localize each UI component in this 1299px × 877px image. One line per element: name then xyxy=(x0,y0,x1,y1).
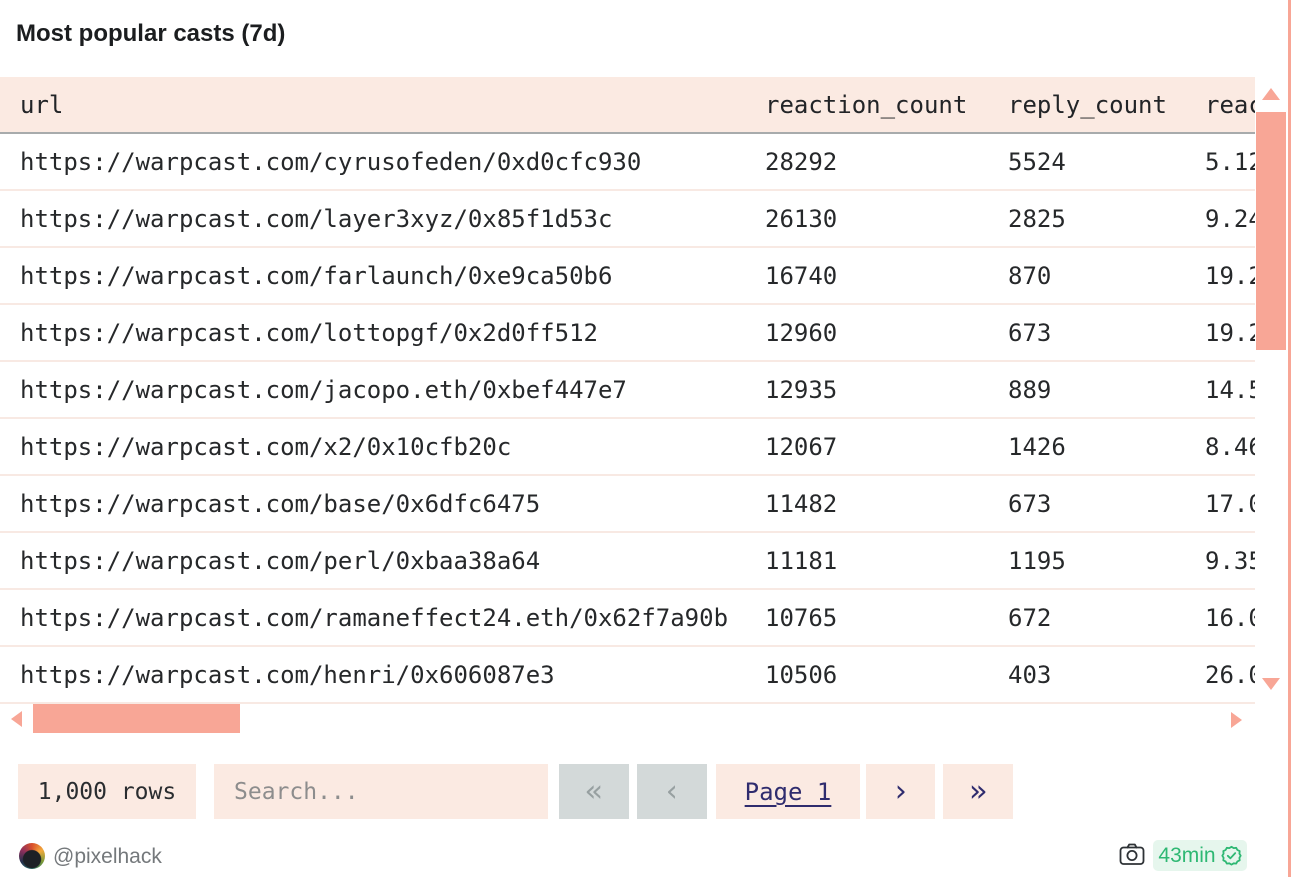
widget-title: Most popular casts (7d) xyxy=(16,20,285,48)
cell-reaction-count: 12935 xyxy=(765,376,837,404)
cell-url: https://warpcast.com/x2/0x10cfb20c xyxy=(20,433,511,461)
cell-url: https://warpcast.com/base/0x6dfc6475 xyxy=(20,490,540,518)
cell-ratio: 9.24 xyxy=(1205,205,1255,233)
cell-reply-count: 5524 xyxy=(1008,148,1066,176)
table-row: https://warpcast.com/farlaunch/0xe9ca50b… xyxy=(0,248,1255,305)
cell-url: https://warpcast.com/cyrusofeden/0xd0cfc… xyxy=(20,148,641,176)
current-page-button[interactable]: Page 1 xyxy=(716,764,860,819)
chevron-right-icon: › xyxy=(891,774,909,809)
table-row: https://warpcast.com/layer3xyz/0x85f1d53… xyxy=(0,191,1255,248)
verified-check-icon xyxy=(1221,845,1242,866)
table-row: https://warpcast.com/cyrusofeden/0xd0cfc… xyxy=(0,134,1255,191)
cell-reply-count: 1195 xyxy=(1008,547,1066,575)
vertical-scrollbar-thumb[interactable] xyxy=(1256,112,1286,350)
runtime-badge[interactable]: 43min xyxy=(1153,840,1247,871)
column-header-reply-count[interactable]: reply_count xyxy=(1008,91,1167,119)
cell-ratio: 16.0 xyxy=(1205,604,1255,632)
cell-ratio: 14.5 xyxy=(1205,376,1255,404)
cell-reply-count: 2825 xyxy=(1008,205,1066,233)
cell-ratio: 17.0 xyxy=(1205,490,1255,518)
last-page-button[interactable]: » xyxy=(943,764,1013,819)
horizontal-scrollbar-thumb[interactable] xyxy=(33,704,240,733)
camera-button[interactable] xyxy=(1119,842,1145,866)
cell-url: https://warpcast.com/farlaunch/0xe9ca50b… xyxy=(20,262,612,290)
row-count-badge: 1,000 rows xyxy=(18,764,196,819)
table-row: https://warpcast.com/jacopo.eth/0xbef447… xyxy=(0,362,1255,419)
chevron-left-icon: ‹ xyxy=(663,774,681,809)
previous-page-button[interactable]: ‹ xyxy=(637,764,707,819)
cell-reaction-count: 11181 xyxy=(765,547,837,575)
search-input[interactable] xyxy=(214,764,548,819)
cell-ratio: 19.2 xyxy=(1205,319,1255,347)
chevrons-right-icon: » xyxy=(969,774,987,809)
cell-url: https://warpcast.com/henri/0x606087e3 xyxy=(20,661,555,689)
table-row: https://warpcast.com/lottopgf/0x2d0ff512… xyxy=(0,305,1255,362)
scroll-down-arrow-icon[interactable] xyxy=(1262,678,1280,690)
cell-url: https://warpcast.com/jacopo.eth/0xbef447… xyxy=(20,376,627,404)
first-page-button[interactable]: « xyxy=(559,764,629,819)
cell-reply-count: 403 xyxy=(1008,661,1051,689)
table-row: https://warpcast.com/perl/0xbaa38a64 111… xyxy=(0,533,1255,590)
cell-reaction-count: 16740 xyxy=(765,262,837,290)
table-row: https://warpcast.com/ramaneffect24.eth/0… xyxy=(0,590,1255,647)
scroll-right-arrow-icon[interactable] xyxy=(1231,712,1242,728)
cell-accent-border xyxy=(1288,0,1291,877)
cell-reaction-count: 28292 xyxy=(765,148,837,176)
data-table: url reaction_count reply_count reac http… xyxy=(0,77,1255,704)
cell-reply-count: 673 xyxy=(1008,319,1051,347)
table-row: https://warpcast.com/henri/0x606087e3 10… xyxy=(0,647,1255,704)
cell-reaction-count: 12960 xyxy=(765,319,837,347)
column-header-reaction-count[interactable]: reaction_count xyxy=(765,91,967,119)
cell-reaction-count: 10506 xyxy=(765,661,837,689)
cell-reaction-count: 12067 xyxy=(765,433,837,461)
cell-ratio: 5.12 xyxy=(1205,148,1255,176)
current-page-label: Page 1 xyxy=(745,778,832,806)
username: @pixelhack xyxy=(53,845,162,869)
cell-reaction-count: 26130 xyxy=(765,205,837,233)
cell-url: https://warpcast.com/perl/0xbaa38a64 xyxy=(20,547,540,575)
chevrons-left-icon: « xyxy=(585,774,603,809)
cell-ratio: 26.0 xyxy=(1205,661,1255,689)
next-page-button[interactable]: › xyxy=(866,764,935,819)
cell-reaction-count: 11482 xyxy=(765,490,837,518)
cell-reply-count: 1426 xyxy=(1008,433,1066,461)
table-row: https://warpcast.com/x2/0x10cfb20c 12067… xyxy=(0,419,1255,476)
cell-reply-count: 870 xyxy=(1008,262,1051,290)
table-header-row: url reaction_count reply_count reac xyxy=(0,77,1255,134)
column-header-ratio-clipped[interactable]: reac xyxy=(1205,91,1255,119)
cell-reply-count: 889 xyxy=(1008,376,1051,404)
column-header-url[interactable]: url xyxy=(20,91,63,119)
runtime-label: 43min xyxy=(1158,844,1215,868)
scroll-left-arrow-icon[interactable] xyxy=(11,711,22,727)
scroll-up-arrow-icon[interactable] xyxy=(1262,88,1280,100)
camera-icon xyxy=(1119,842,1145,866)
cell-ratio: 9.35 xyxy=(1205,547,1255,575)
cell-reply-count: 673 xyxy=(1008,490,1051,518)
cell-url: https://warpcast.com/lottopgf/0x2d0ff512 xyxy=(20,319,598,347)
cell-reaction-count: 10765 xyxy=(765,604,837,632)
cell-reply-count: 672 xyxy=(1008,604,1051,632)
cell-url: https://warpcast.com/ramaneffect24.eth/0… xyxy=(20,604,728,632)
cell-ratio: 8.46 xyxy=(1205,433,1255,461)
cell-ratio: 19.2 xyxy=(1205,262,1255,290)
cell-url: https://warpcast.com/layer3xyz/0x85f1d53… xyxy=(20,205,612,233)
table-row: https://warpcast.com/base/0x6dfc6475 114… xyxy=(0,476,1255,533)
avatar xyxy=(19,843,45,869)
